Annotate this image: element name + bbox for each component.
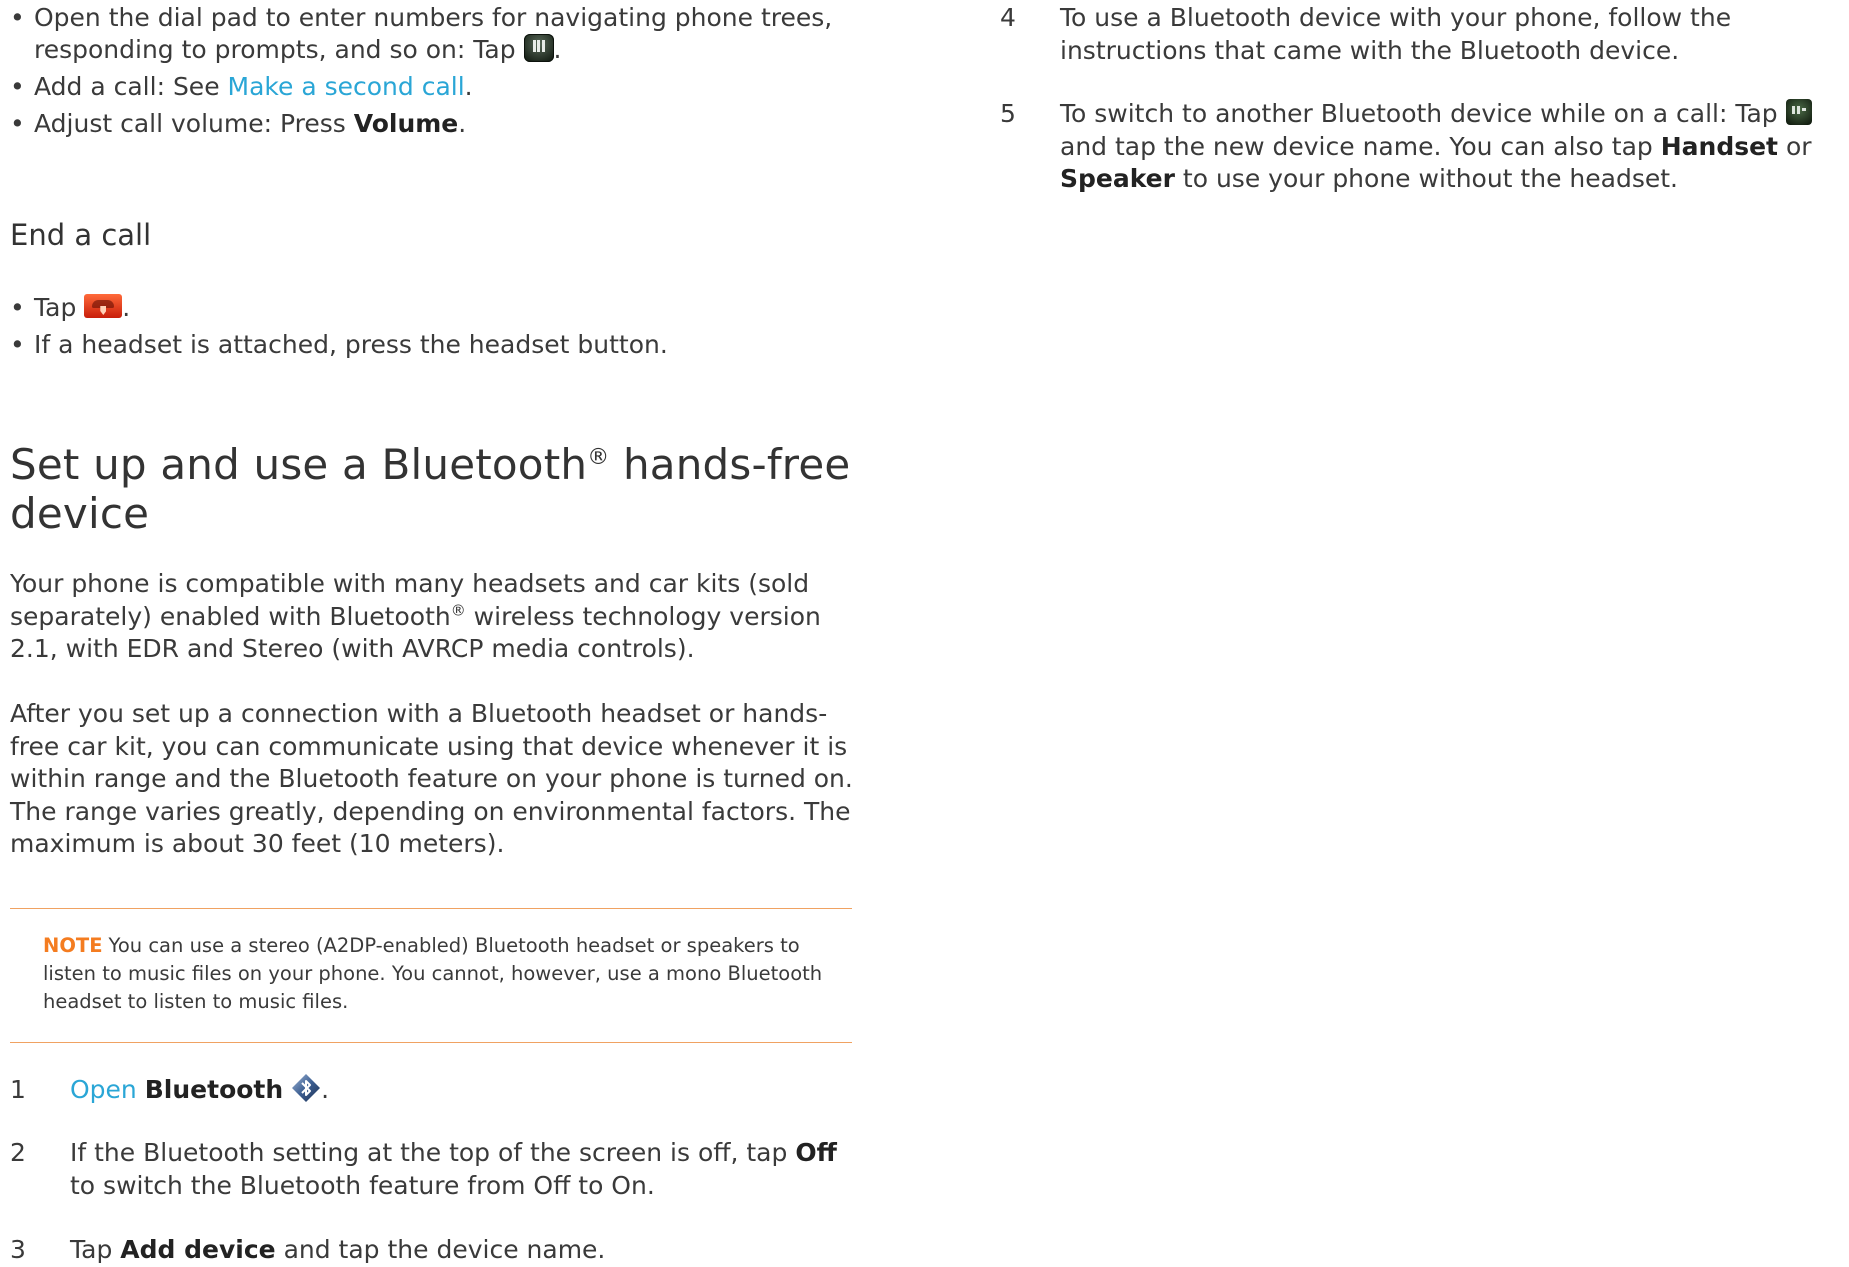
step-3: 3 Tap Add device and tap the device name… bbox=[10, 1235, 606, 1264]
list-item: Adjust call volume: Press Volume. bbox=[10, 108, 855, 140]
note-label: NOTE bbox=[43, 934, 103, 957]
open-link[interactable]: Open bbox=[70, 1075, 137, 1104]
step-1: 1 Open Bluetooth . bbox=[10, 1073, 330, 1104]
bluetooth-icon bbox=[291, 1073, 321, 1103]
note-divider-top bbox=[10, 908, 852, 909]
note-divider-bottom bbox=[10, 1042, 852, 1043]
connection-paragraph: After you set up a connection with a Blu… bbox=[10, 699, 853, 858]
dialpad-icon bbox=[523, 34, 554, 62]
bluetooth-section-title: Set up and use a Bluetooth® hands-free d… bbox=[10, 440, 851, 538]
step-4: 4 To use a Bluetooth device with your ph… bbox=[1000, 3, 1732, 65]
step-2: 2 If the Bluetooth setting at the top of… bbox=[10, 1138, 837, 1200]
end-call-icon bbox=[84, 294, 123, 318]
audio-source-icon bbox=[1785, 99, 1812, 125]
list-item: If a headset is attached, press the head… bbox=[10, 329, 855, 361]
list-item: Tap . bbox=[10, 292, 855, 324]
make-second-call-link[interactable]: Make a second call bbox=[228, 72, 465, 101]
compatibility-paragraph: Your phone is compatible with many heads… bbox=[10, 569, 821, 663]
list-item: Open the dial pad to enter numbers for n… bbox=[10, 2, 855, 66]
call-actions-list: Open the dial pad to enter numbers for n… bbox=[10, 2, 855, 145]
end-call-heading: End a call bbox=[10, 218, 152, 252]
end-call-list: Tap . If a headset is attached, press th… bbox=[10, 292, 855, 366]
step-5: 5 To switch to another Bluetooth device … bbox=[1000, 99, 1812, 193]
note-box: NOTE You can use a stereo (A2DP-enabled) … bbox=[43, 934, 823, 1013]
list-item: Add a call: See Make a second call. bbox=[10, 71, 855, 103]
